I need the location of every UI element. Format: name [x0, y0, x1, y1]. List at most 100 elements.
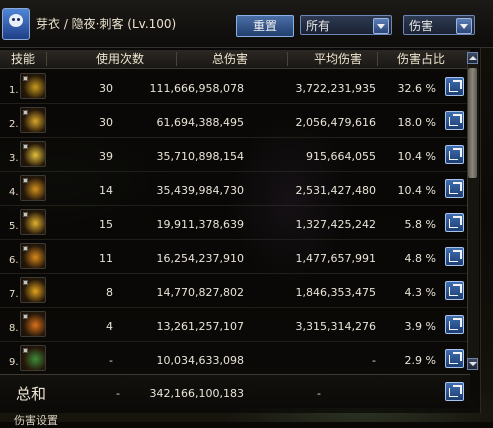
- filter-select-value: 所有: [306, 19, 331, 33]
- row-average-damage: 915,664,055: [306, 150, 376, 163]
- row-damage-share: 18.0 %: [397, 116, 436, 129]
- header-use-count: 使用次数: [95, 52, 144, 66]
- share-icon[interactable]: [445, 281, 464, 300]
- summary-average-damage: -: [317, 387, 321, 400]
- row-damage-share: 5.8 %: [404, 218, 436, 231]
- row-damage-share: 4.3 %: [404, 286, 436, 299]
- summary-label: 总和: [16, 385, 47, 403]
- row-average-damage: -: [372, 354, 376, 367]
- share-icon[interactable]: [445, 111, 464, 130]
- row-index: 5.: [9, 221, 19, 232]
- header-divider: [46, 52, 47, 66]
- header-divider: [176, 52, 177, 66]
- share-icon[interactable]: [445, 213, 464, 232]
- row-index: 9.: [9, 357, 19, 368]
- row-use-count: 8: [106, 286, 113, 299]
- damage-settings-label: 伤害设置: [14, 414, 58, 427]
- filter-select[interactable]: 所有: [300, 15, 392, 35]
- row-index: 7.: [9, 289, 19, 300]
- title-bar: 芽衣 / 隐夜·刺客 (Lv.100) 重置 所有 伤害: [0, 0, 493, 48]
- header-average-damage: 平均伤害: [313, 52, 362, 66]
- type-select[interactable]: 伤害: [403, 15, 475, 35]
- chevron-down-icon: [373, 18, 389, 34]
- row-index: 1.: [9, 85, 19, 96]
- table-row: 3. 39 35,710,898,154 915,664,055 10.4 %: [0, 138, 470, 172]
- chevron-down-icon: [456, 18, 472, 34]
- row-total-damage: 111,666,958,078: [149, 82, 244, 95]
- skill-icon-blade-storm: [20, 277, 46, 303]
- share-icon[interactable]: [445, 247, 464, 266]
- row-average-damage: 2,056,479,616: [295, 116, 376, 129]
- skill-icon-spark-rain: [20, 209, 46, 235]
- table-row: 8. 4 13,261,257,107 3,315,314,276 3.9 %: [0, 308, 470, 342]
- row-damage-share: 10.4 %: [397, 184, 436, 197]
- row-average-damage: 1,477,657,991: [295, 252, 376, 265]
- row-damage-share: 3.9 %: [404, 320, 436, 333]
- skill-icon-lightning: [20, 141, 46, 167]
- row-use-count: 39: [99, 150, 113, 163]
- share-icon[interactable]: [445, 349, 464, 368]
- damage-statistics-panel: 芽衣 / 隐夜·刺客 (Lv.100) 重置 所有 伤害 技能 使用次数 总伤害…: [0, 0, 493, 413]
- table-row: 6. 11 16,254,237,910 1,477,657,991 4.8 %: [0, 240, 470, 274]
- type-select-value: 伤害: [409, 19, 434, 33]
- row-total-damage: 14,770,827,802: [156, 286, 244, 299]
- summary-total-damage: 342,166,100,183: [149, 387, 244, 400]
- header-damage-share: 伤害占比: [396, 52, 445, 66]
- share-summary-button[interactable]: [445, 382, 464, 401]
- character-avatar-icon: [2, 8, 30, 40]
- row-use-count: 15: [99, 218, 113, 231]
- row-index: 6.: [9, 255, 19, 266]
- share-icon[interactable]: [445, 145, 464, 164]
- header-skill: 技能: [10, 52, 35, 66]
- row-use-count: 11: [99, 252, 113, 265]
- table-row: 5. 15 19,911,378,639 1,327,425,242 5.8 %: [0, 206, 470, 240]
- row-total-damage: 61,694,388,495: [156, 116, 244, 129]
- summary-row: 总和 - 342,166,100,183 -: [0, 374, 470, 408]
- skill-icon-golden-slash: [20, 73, 46, 99]
- table-row: 1. 30 111,666,958,078 3,722,231,935 32.6 %: [0, 70, 470, 104]
- row-total-damage: 19,911,378,639: [156, 218, 244, 231]
- row-average-damage: 1,327,425,242: [295, 218, 376, 231]
- row-damage-share: 10.4 %: [397, 150, 436, 163]
- row-total-damage: 10,034,633,098: [156, 354, 244, 367]
- row-damage-share: 4.8 %: [404, 252, 436, 265]
- row-total-damage: 35,439,984,730: [156, 184, 244, 197]
- row-total-damage: 16,254,237,910: [156, 252, 244, 265]
- table-row: 2. 30 61,694,388,495 2,056,479,616 18.0 %: [0, 104, 470, 138]
- scrollbar-thumb[interactable]: [468, 68, 477, 178]
- summary-count: -: [116, 387, 120, 400]
- row-index: 2.: [9, 119, 19, 130]
- row-use-count: 4: [106, 320, 113, 333]
- row-index: 8.: [9, 323, 19, 334]
- skill-icon-twin-blades: [20, 107, 46, 133]
- row-total-damage: 35,710,898,154: [156, 150, 244, 163]
- share-icon[interactable]: [445, 315, 464, 334]
- table-header: 技能 使用次数 总伤害 平均伤害 伤害占比: [0, 50, 470, 69]
- skill-icon-green-vortex: [20, 345, 46, 371]
- row-use-count: -: [109, 354, 113, 367]
- row-use-count: 14: [99, 184, 113, 197]
- row-damage-share: 2.9 %: [404, 354, 436, 367]
- reset-button[interactable]: 重置: [236, 15, 294, 37]
- scroll-down-arrow-icon[interactable]: [467, 358, 478, 370]
- row-average-damage: 3,315,314,276: [295, 320, 376, 333]
- row-index: 4.: [9, 187, 19, 198]
- skill-icon-orb-burst: [20, 175, 46, 201]
- table-row: 9. - 10,034,633,098 - 2.9 %: [0, 342, 470, 376]
- row-average-damage: 1,846,353,475: [295, 286, 376, 299]
- row-average-damage: 3,722,231,935: [295, 82, 376, 95]
- scroll-up-arrow-icon[interactable]: [467, 52, 478, 64]
- share-icon[interactable]: [445, 179, 464, 198]
- table-row: 7. 8 14,770,827,802 1,846,353,475 4.3 %: [0, 274, 470, 308]
- skill-icon-fire-sweep: [20, 311, 46, 337]
- share-icon[interactable]: [445, 77, 464, 96]
- header-divider: [377, 52, 378, 66]
- row-index: 3.: [9, 153, 19, 164]
- row-damage-share: 32.6 %: [397, 82, 436, 95]
- skill-icon-flame-wave: [20, 243, 46, 269]
- row-total-damage: 13,261,257,107: [156, 320, 244, 333]
- character-title: 芽衣 / 隐夜·刺客 (Lv.100): [36, 17, 177, 31]
- header-total-damage: 总伤害: [211, 52, 248, 66]
- table-row: 4. 14 35,439,984,730 2,531,427,480 10.4 %: [0, 172, 470, 206]
- row-use-count: 30: [99, 82, 113, 95]
